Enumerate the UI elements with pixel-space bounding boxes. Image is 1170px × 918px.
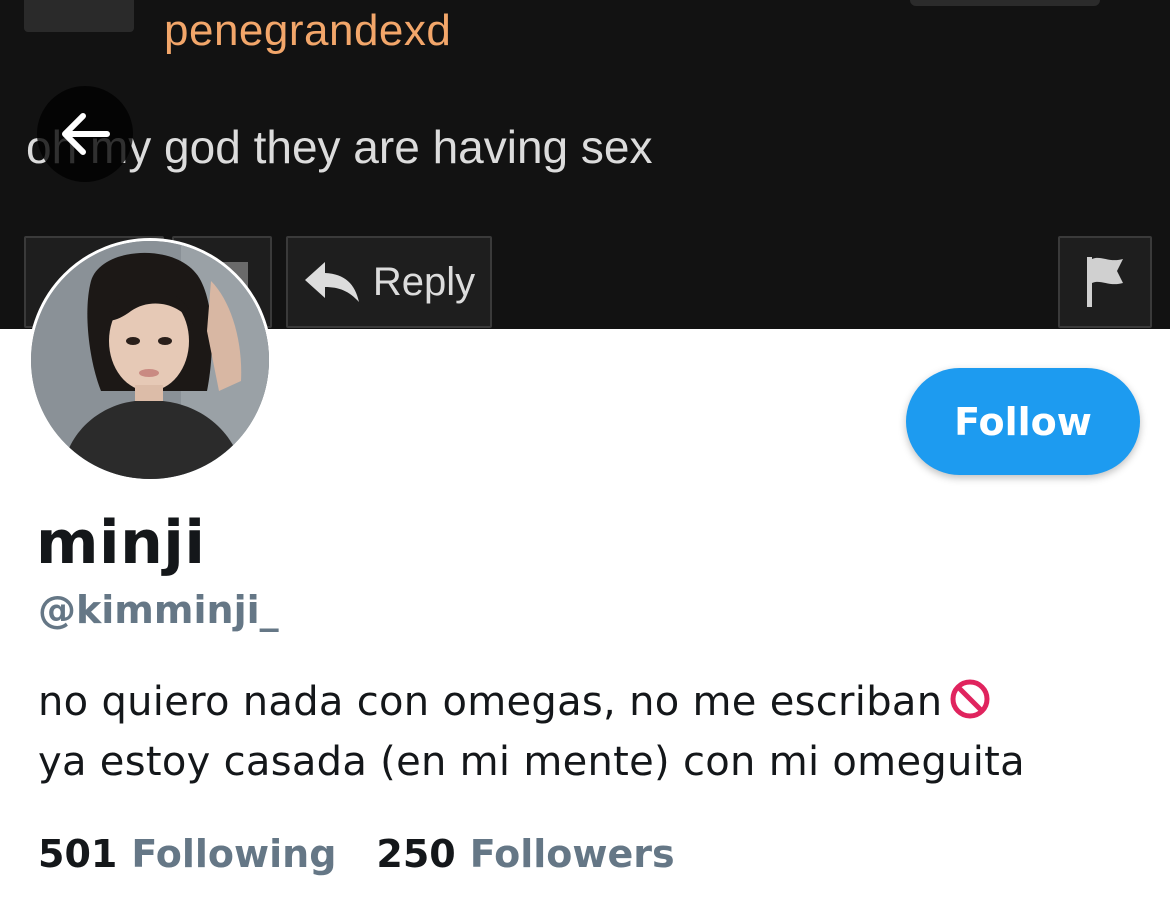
following-label: Following bbox=[131, 832, 337, 876]
profile-bio: no quiero nada con omegas, no me escriba… bbox=[38, 672, 1148, 792]
following-count: 501 bbox=[38, 832, 118, 876]
following-link[interactable]: 501 Following bbox=[38, 832, 336, 876]
banner-post-avatar bbox=[24, 0, 134, 32]
profile-page: penegrandexd oh my god they are having s… bbox=[0, 0, 1170, 918]
avatar[interactable] bbox=[28, 238, 272, 482]
followers-link[interactable]: 250 Followers bbox=[376, 832, 674, 876]
follow-button[interactable]: Follow bbox=[906, 368, 1140, 475]
avatar-photo bbox=[31, 241, 269, 479]
bio-line: no quiero nada con omegas, no me escriba… bbox=[38, 672, 1148, 732]
banner-post-meta bbox=[910, 0, 1100, 6]
arrow-left-icon bbox=[62, 113, 110, 155]
back-button[interactable] bbox=[37, 86, 133, 182]
banner-post-username: penegrandexd bbox=[164, 6, 452, 55]
reply-arrow-icon bbox=[304, 262, 359, 302]
followers-label: Followers bbox=[469, 832, 675, 876]
followers-count: 250 bbox=[376, 832, 456, 876]
bio-line-text: no quiero nada con omegas, no me escriba… bbox=[38, 679, 943, 725]
banner-flag-button bbox=[1058, 236, 1152, 328]
banner-reply-button: Reply bbox=[286, 236, 492, 328]
flag-icon bbox=[1087, 257, 1123, 307]
display-name: minji bbox=[36, 508, 206, 578]
banner-reply-label: Reply bbox=[372, 259, 476, 304]
profile-stats: 501 Following 250 Followers bbox=[38, 832, 675, 876]
bio-line: ya estoy casada (en mi mente) con mi ome… bbox=[38, 739, 1025, 785]
user-handle: @kimminji_ bbox=[38, 588, 279, 632]
no-entry-icon bbox=[950, 679, 990, 719]
